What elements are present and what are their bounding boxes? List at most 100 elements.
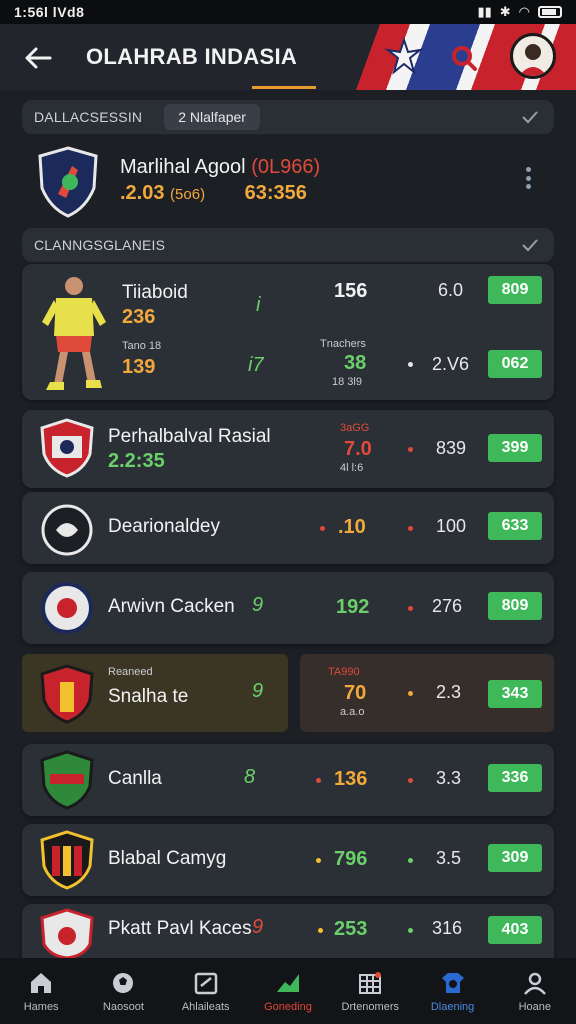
team-name: Tiiaboid [122,282,188,303]
stat-col2-small: 18 3l9 [332,376,362,388]
shirt-icon [441,972,464,993]
featured-match-card[interactable]: Tiiaboid 236 Tano 18 139 i i7 156 Tnache… [22,264,554,400]
live-match-title: Marlihal Agool [120,156,246,178]
odds-button[interactable]: 633 [488,512,542,540]
team-crest-icon [41,582,93,634]
nav-label: Dlaening [430,1000,475,1013]
stat-col2-small: a.a.o [340,706,365,718]
indicator-dot [316,858,321,863]
search-icon [452,46,477,71]
nav-item-schedule[interactable]: Ahlaileats [165,958,247,1024]
stat-col2: .10 [338,516,366,538]
nav-item-home[interactable]: Hames [0,958,82,1024]
team-score: 2.2:35 [108,450,165,472]
nav-label: Drtenomers [341,1000,399,1013]
stat-col1: 9 [252,916,264,938]
live-match-row[interactable]: Marlihal Agool (0L966) .2.03 (5o6) 63:35… [22,140,554,224]
live-stat-left: .2.03 [120,182,165,204]
odds-button[interactable]: 809 [488,276,542,304]
odds-button[interactable]: 309 [488,844,542,872]
indicator-dot [316,778,321,783]
indicator-dot [408,526,413,531]
team-name: Pkatt Pavl Kaces [108,918,252,939]
stat-col2-top: 156 [334,280,368,302]
eagle-emblem-icon [384,36,424,75]
indicator-dot [408,362,413,367]
kebab-dot [525,184,531,189]
indicator-dot [408,606,413,611]
odds-button[interactable]: 399 [488,434,542,462]
stat-col3-top: 6.0 [438,280,464,300]
indicator-dot [408,778,413,783]
odds-button[interactable]: 403 [488,916,542,944]
stat-col2: 253 [334,918,368,940]
odds-button[interactable]: 336 [488,764,542,792]
trend-icon [276,973,299,992]
match-card[interactable]: Canlla 8 136 3.3 336 [22,744,554,816]
app-header: OLAHRAB INDASIA [0,24,576,90]
team-name: Perhalbalval Rasial [108,426,271,447]
stat-col2-label: Tnachers [320,338,366,350]
kebab-dot [525,175,531,181]
stat-col2: 7.0 [344,438,372,460]
more-options-button[interactable] [522,164,534,192]
stat-col1: 8 [244,766,256,788]
team-score: 236 [122,306,156,328]
match-card[interactable]: Perhalbalval Rasial 2.2:35 3aGG 7.0 4l l… [22,410,554,488]
stat-col3-bottom: 2.V6 [432,354,470,374]
stat-col1-bottom: i7 [248,354,264,376]
arrow-left-icon [25,47,52,69]
filter-chip[interactable]: 2 Nlalfaper [164,104,260,130]
avatar[interactable] [510,33,556,79]
nav-item-club[interactable]: Dlaening [411,958,493,1024]
odds-button[interactable]: 343 [488,680,542,708]
nav-label: Hoane [518,1000,552,1013]
indicator-dot [320,526,325,531]
nav-item-profile[interactable]: Hoane [494,958,576,1024]
match-card-highlighted[interactable]: Reaneed Snalha te 9 TA990 70 a.a.o 2.3 3… [22,654,554,732]
nav-item-soccer[interactable]: Naosoot [82,958,164,1024]
section-header-live: DALLACSESSIN 2 Nlalfaper [22,100,554,134]
team-crest-icon [40,908,94,958]
status-time: 1:56l lVd8 [14,4,85,20]
stat-col2: 192 [336,596,370,618]
match-card[interactable]: Arwivn Cacken 9 192 276 809 [22,572,554,644]
kebab-dot [525,167,531,172]
section-label: CLANNGSGLANEIS [34,237,166,253]
stat-col3: 2.3 [436,682,462,702]
profile-photo-icon [519,44,547,76]
stat-col3: 100 [436,516,467,536]
stat-col2-label: 3aGG [340,422,370,434]
team-crest-icon [40,664,94,724]
match-card[interactable]: Dearionaldey .10 100 633 [22,492,554,564]
nav-item-trending[interactable]: Goneding [247,958,329,1024]
battery-icon [538,6,562,18]
check-icon[interactable] [520,107,540,127]
team-crest-icon [40,830,94,890]
team-label: Reaneed [108,666,153,678]
stat-col2-label: TA990 [328,666,360,678]
stat-col3: 839 [436,438,467,458]
nav-label: Naosoot [102,1000,144,1013]
stat-col3: 3.3 [436,768,462,788]
nav-item-standings[interactable]: Drtenomers [329,958,411,1024]
check-icon[interactable] [520,235,540,255]
odds-button[interactable]: 809 [488,592,542,620]
team-name: Dearionaldey [108,516,220,537]
indicator-dot [408,928,413,933]
search-button[interactable] [448,42,480,74]
stat-col2: 70 [344,682,367,704]
back-button[interactable] [18,38,58,78]
live-match-score: (0L966) [251,156,321,178]
grid-icon [359,971,382,994]
player-figure-icon [42,277,106,390]
bluetooth-icon: ✱ [499,4,511,19]
match-card[interactable]: Blabal Camyg 796 3.5 309 [22,824,554,896]
bottom-nav: Hames Naosoot Ahlaileats Goneding Drteno… [0,958,576,1024]
nav-label: Hames [23,1000,59,1013]
match-card[interactable]: Pkatt Pavl Kaces 9 253 316 403 [22,904,554,958]
page-title: OLAHRAB INDASIA [86,44,298,69]
stat-col1: 9 [252,594,264,616]
wifi-icon: ◠ [518,4,530,19]
odds-button[interactable]: 062 [488,350,542,378]
